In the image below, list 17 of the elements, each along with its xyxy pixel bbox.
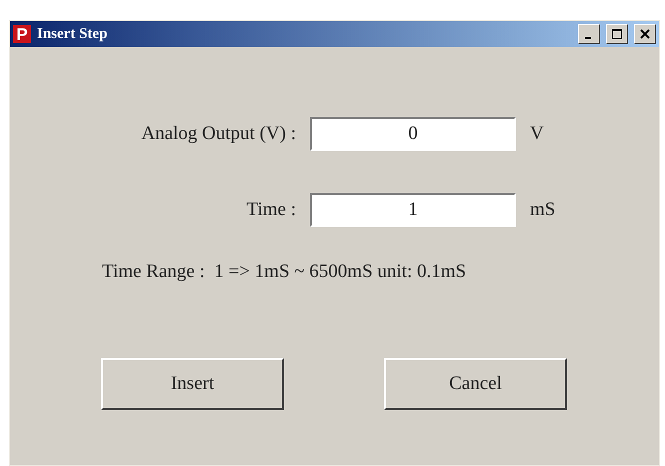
- input-field[interactable]: 1: [310, 193, 516, 227]
- window-title: Insert Step: [37, 26, 108, 42]
- minimize-icon: [584, 37, 590, 39]
- field-label: Analog Output (V) :: [140, 123, 296, 145]
- cancel-button[interactable]: Cancel: [384, 358, 567, 410]
- unit-label: V: [530, 123, 545, 145]
- unit-label: mS: [530, 199, 556, 221]
- app-icon: P: [13, 25, 31, 43]
- close-icon: [640, 29, 650, 39]
- maximize-button[interactable]: [606, 24, 628, 44]
- field-label: Time :: [246, 199, 296, 221]
- input-field[interactable]: 0: [310, 117, 516, 151]
- time-range-note: Time Range : 1 => 1mS ~ 6500mS unit: 0.1mS: [102, 261, 468, 283]
- maximize-icon: [612, 29, 622, 39]
- close-button[interactable]: [634, 24, 656, 44]
- insert-button[interactable]: Insert: [101, 358, 284, 410]
- minimize-button[interactable]: [578, 24, 600, 44]
